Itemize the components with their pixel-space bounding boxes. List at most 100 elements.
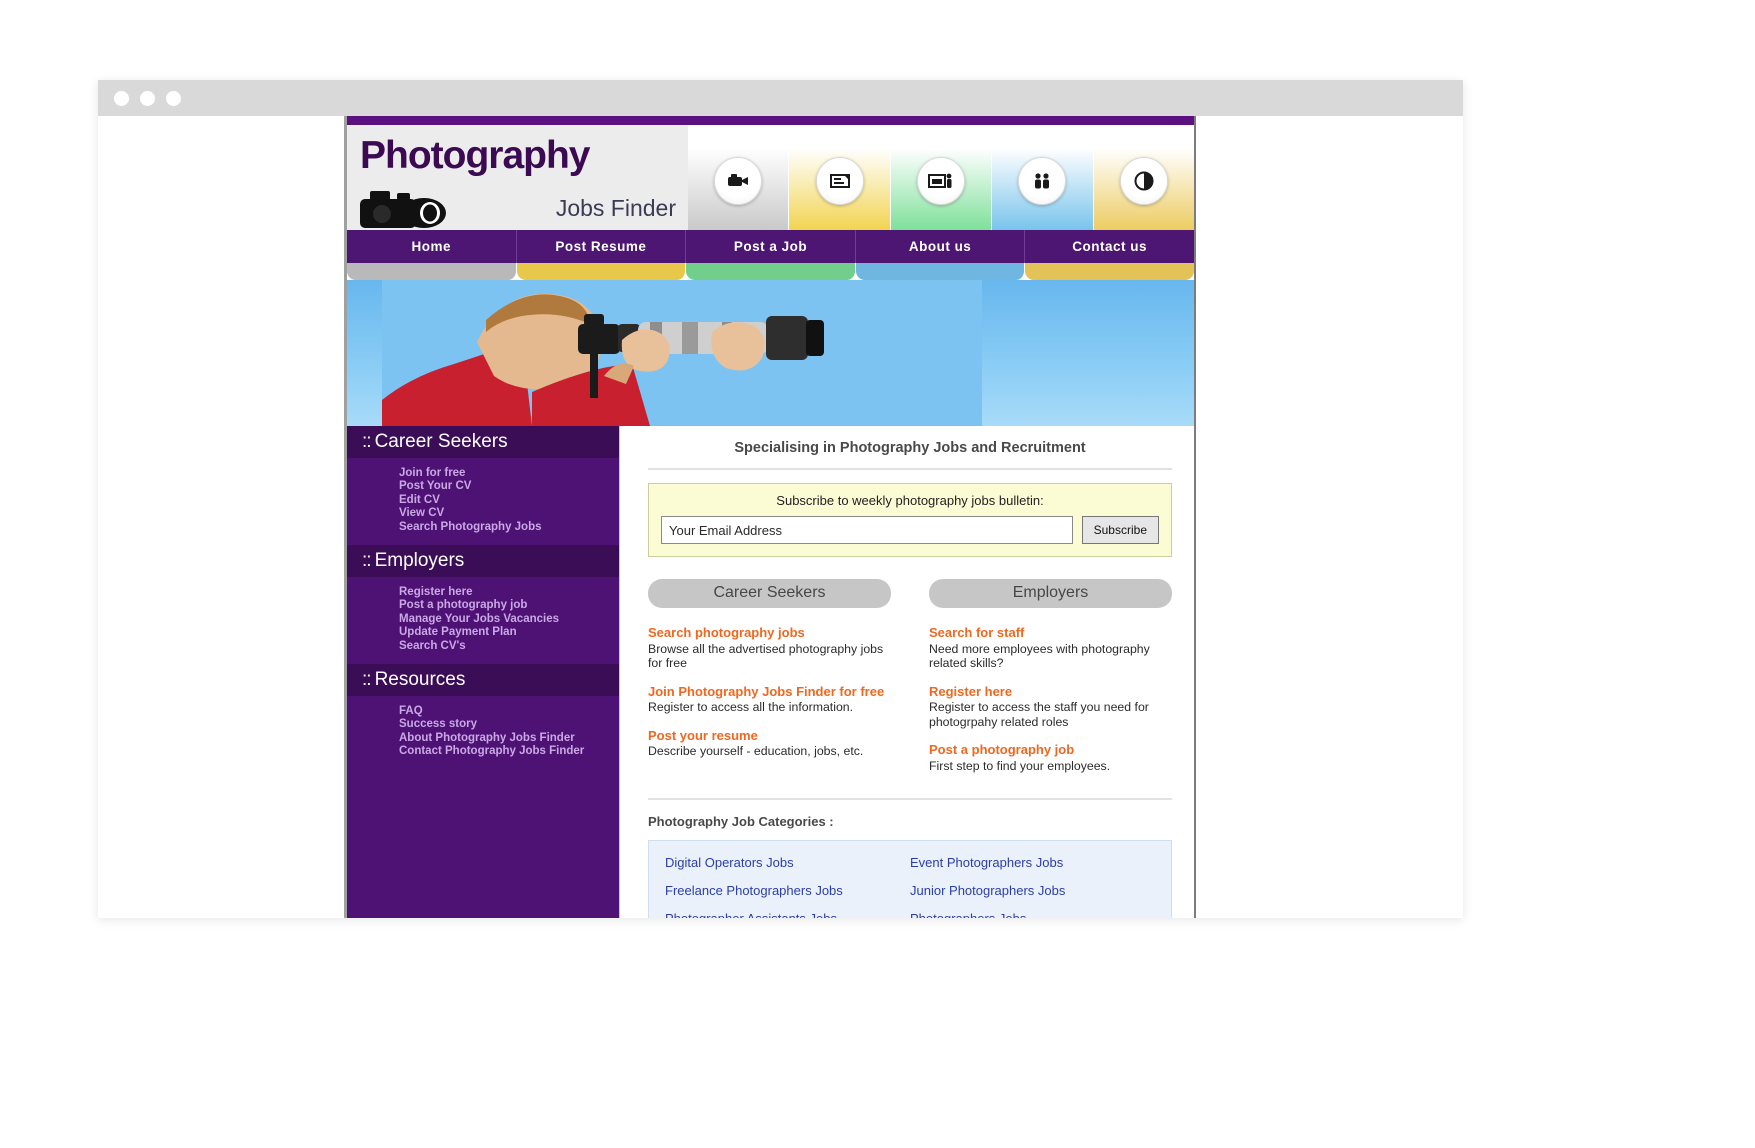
category-link-photographers-jobs[interactable]: Photographers Jobs <box>910 911 1155 918</box>
minimize-dot[interactable] <box>140 90 155 106</box>
browser-window: Photography Jobs Finder Home Post Resume… <box>98 80 1463 918</box>
sidebar-link-about-photography-jobs-finder[interactable]: About Photography Jobs Finder <box>399 732 619 745</box>
section-divider <box>648 798 1172 800</box>
nav-tab-accent-home <box>347 263 517 280</box>
sidebar-link-update-payment-plan[interactable]: Update Payment Plan <box>399 626 619 639</box>
sidebar-link-search-photography-jobs[interactable]: Search Photography Jobs <box>399 521 619 534</box>
sidebar-links-employers: Register here Post a photography job Man… <box>347 577 619 664</box>
nav-color-tabs <box>347 263 1194 280</box>
sidebar-bullet-icon: :: <box>362 550 372 572</box>
header-icon-cell-post-a-job[interactable] <box>890 125 993 230</box>
sidebar-bullet-icon: :: <box>362 669 372 691</box>
site-logo[interactable]: Photography Jobs Finder <box>347 125 688 230</box>
nav-tab-accent-post-a-job <box>686 263 856 280</box>
nav-item-post-a-job[interactable]: Post a Job <box>686 230 856 263</box>
promo-description: First step to find your employees. <box>929 758 1111 773</box>
site-header: Photography Jobs Finder <box>347 125 1195 230</box>
header-icon-cell-home[interactable] <box>688 125 790 230</box>
subscribe-form: Subscribe <box>661 516 1159 544</box>
sidebar-link-post-a-photography-job[interactable]: Post a photography job <box>399 599 619 612</box>
browser-viewport: Photography Jobs Finder Home Post Resume… <box>98 116 1463 918</box>
sidebar-section-header-employers: :: Employers <box>347 545 619 578</box>
sidebar-section-title: Employers <box>374 550 465 572</box>
promo-columns: Search photography jobs Browse all the a… <box>648 625 1172 786</box>
sidebar-link-post-your-cv[interactable]: Post Your CV <box>399 480 619 493</box>
header-icon-cell-post-resume[interactable] <box>789 125 891 230</box>
nav-tab-accent-about-us <box>855 263 1026 280</box>
promo-link-search-photography-jobs[interactable]: Search photography jobs <box>648 625 891 641</box>
sidebar-link-contact-photography-jobs-finder[interactable]: Contact Photography Jobs Finder <box>399 745 619 758</box>
nav-tab-accent-contact-us <box>1025 263 1194 280</box>
sidebar-section-header-career-seekers: :: Career Seekers <box>347 426 619 458</box>
job-posting-person-icon <box>917 156 966 205</box>
subscribe-label: Subscribe to weekly photography jobs bul… <box>776 493 1044 508</box>
category-link-junior-photographers-jobs[interactable]: Junior Photographers Jobs <box>910 883 1155 898</box>
page-title: Specialising in Photography Jobs and Rec… <box>648 440 1172 470</box>
pill-career-seekers[interactable]: Career Seekers <box>648 579 891 608</box>
header-icon-cell-about-us[interactable] <box>992 125 1094 230</box>
promo-column-career-seekers: Search photography jobs Browse all the a… <box>648 625 891 786</box>
category-link-freelance-photographers-jobs[interactable]: Freelance Photographers Jobs <box>665 883 910 898</box>
promo-item: Post your resume Describe yourself - edu… <box>648 728 891 759</box>
header-icon-cell-contact-us[interactable] <box>1093 125 1195 230</box>
subscribe-button[interactable]: Subscribe <box>1081 516 1159 544</box>
sidebar-link-view-cv[interactable]: View CV <box>399 507 619 520</box>
nav-item-home[interactable]: Home <box>347 230 517 263</box>
main-content: Specialising in Photography Jobs and Rec… <box>619 426 1194 918</box>
promo-item: Search for staff Need more employees wit… <box>929 625 1172 671</box>
categories-title: Photography Job Categories : <box>648 814 834 829</box>
category-link-photographer-assistants-jobs[interactable]: Photographer Assistants Jobs <box>665 911 910 918</box>
promo-link-join-for-free[interactable]: Join Photography Jobs Finder for free <box>648 684 891 700</box>
job-categories-panel: Digital Operators Jobs Freelance Photogr… <box>648 840 1172 918</box>
header-icon-strip <box>688 125 1195 230</box>
sidebar-section-header-resources: :: Resources <box>347 664 619 697</box>
browser-titlebar <box>98 80 1463 116</box>
left-sidebar: :: Career Seekers Join for free Post Your… <box>347 426 619 918</box>
sidebar-links-resources: FAQ Success story About Photography Jobs… <box>347 696 619 770</box>
sidebar-link-success-story[interactable]: Success story <box>399 718 619 731</box>
pill-employers[interactable]: Employers <box>929 579 1172 608</box>
logo-title: Photography <box>360 134 590 177</box>
document-upload-icon <box>815 156 864 205</box>
promo-link-post-a-photography-job[interactable]: Post a photography job <box>929 742 1172 758</box>
close-dot[interactable] <box>114 90 129 106</box>
logo-subtitle: Jobs Finder <box>555 195 676 221</box>
maximize-dot[interactable] <box>166 90 181 106</box>
promo-item: Join Photography Jobs Finder for free Re… <box>648 684 891 715</box>
photographer-with-telephoto-lens-image <box>382 280 982 426</box>
nav-item-about-us[interactable]: About us <box>856 230 1026 263</box>
people-group-icon <box>1018 156 1067 205</box>
sidebar-link-search-cvs[interactable]: Search CV's <box>399 640 619 653</box>
promo-column-employers: Search for staff Need more employees wit… <box>929 625 1172 786</box>
promo-description: Register to access all the information. <box>648 700 854 714</box>
sidebar-links-career-seekers: Join for free Post Your CV Edit CV View … <box>347 458 619 545</box>
promo-description: Describe yourself - education, jobs, etc… <box>648 744 864 758</box>
hero-banner <box>347 280 1194 426</box>
category-link-event-photographers-jobs[interactable]: Event Photographers Jobs <box>910 855 1155 870</box>
sidebar-link-manage-your-jobs-vacancies[interactable]: Manage Your Jobs Vacancies <box>399 613 619 626</box>
category-link-digital-operators-jobs[interactable]: Digital Operators Jobs <box>665 855 910 870</box>
nav-item-contact-us[interactable]: Contact us <box>1025 230 1194 263</box>
sidebar-link-register-here[interactable]: Register here <box>399 586 619 599</box>
page-body: :: Career Seekers Join for free Post Your… <box>347 426 1194 918</box>
sidebar-link-join-for-free[interactable]: Join for free <box>399 467 619 480</box>
promo-description: Register to access the staff you need fo… <box>929 700 1149 729</box>
sidebar-link-faq[interactable]: FAQ <box>399 705 619 718</box>
promo-link-search-for-staff[interactable]: Search for staff <box>929 625 1172 641</box>
nav-tab-accent-post-resume <box>516 263 687 280</box>
site-top-accent-bar <box>347 116 1194 125</box>
camera-icon <box>360 191 446 228</box>
nav-item-post-resume[interactable]: Post Resume <box>517 230 687 263</box>
promo-link-post-your-resume[interactable]: Post your resume <box>648 728 891 744</box>
promo-link-register-here[interactable]: Register here <box>929 684 1172 700</box>
subscribe-panel: Subscribe to weekly photography jobs bul… <box>648 483 1172 557</box>
sidebar-link-edit-cv[interactable]: Edit CV <box>399 494 619 507</box>
categories-column-right: Event Photographers Jobs Junior Photogra… <box>910 855 1155 918</box>
website-page: Photography Jobs Finder Home Post Resume… <box>344 116 1196 918</box>
promo-item: Post a photography job First step to fin… <box>929 742 1172 773</box>
email-field[interactable] <box>661 516 1073 544</box>
promo-item: Register here Register to access the sta… <box>929 684 1172 730</box>
categories-column-left: Digital Operators Jobs Freelance Photogr… <box>665 855 910 918</box>
contact-contrast-icon <box>1119 156 1168 205</box>
promo-item: Search photography jobs Browse all the a… <box>648 625 891 671</box>
